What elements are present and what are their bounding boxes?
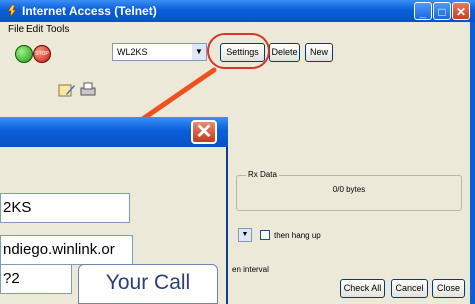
callsign-field[interactable]: 2KS <box>0 193 130 223</box>
port-field[interactable]: ?2 <box>0 264 72 294</box>
your-call-callout: Your Call <box>78 264 218 304</box>
host-field[interactable]: ndiego.winlink.or <box>0 235 133 265</box>
dialog-close-button[interactable]: ✕ <box>191 120 217 144</box>
dialog-title-bar: ✕ <box>0 117 228 147</box>
